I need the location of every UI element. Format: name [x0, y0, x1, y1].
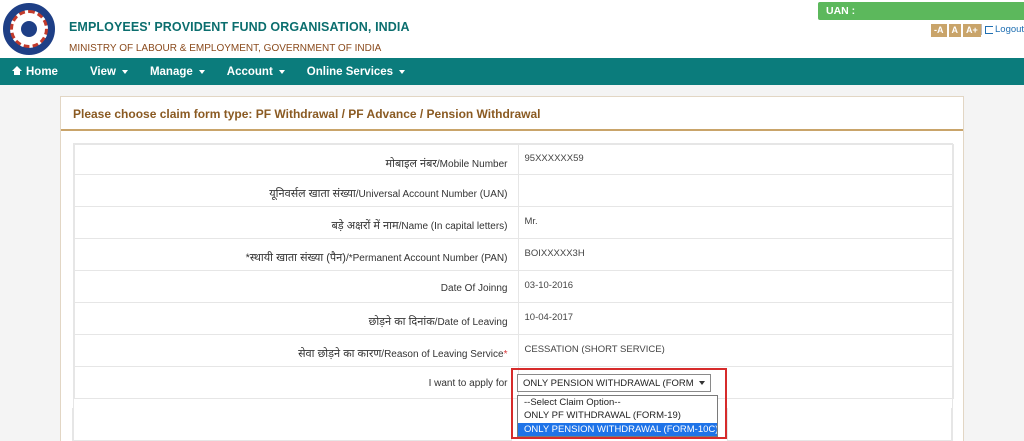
highlight-box — [511, 368, 727, 439]
table-row: Date Of Joinng 03-10-2016 — [74, 270, 954, 303]
mobile-value: 95XXXXXX59 — [517, 144, 954, 175]
logo-core — [21, 21, 37, 37]
home-icon — [12, 66, 22, 75]
nav-view-label: View — [89, 65, 116, 78]
chevron-down-icon — [198, 69, 205, 74]
logout-label: Logout — [995, 24, 1024, 35]
font-size-controls: -A A A+ — [931, 24, 981, 37]
doj-value: 03-10-2016 — [517, 270, 954, 303]
dol-label: छोड़ने का दिनांक/Date of Leaving — [74, 302, 519, 335]
uan-field-label: यूनिवर्सल खाता संख्या/Universal Account … — [74, 174, 519, 207]
dol-value: 10-04-2017 — [517, 302, 954, 335]
nav-view[interactable]: View — [79, 58, 139, 85]
chevron-down-icon — [399, 69, 406, 74]
nav-manage[interactable]: Manage — [139, 58, 216, 85]
logout-icon — [985, 25, 993, 34]
doj-label: Date Of Joinng — [74, 270, 519, 303]
epfo-logo-icon[interactable] — [3, 3, 55, 55]
table-row: बड़े अक्षरों में नाम/Name (In capital le… — [74, 206, 954, 239]
next-row-left — [72, 408, 512, 441]
nav-online-services-label: Online Services — [306, 65, 394, 78]
leaving-reason-label: सेवा छोड़ने का कारण/Reason of Leaving Se… — [74, 334, 519, 367]
name-label: बड़े अक्षरों में नाम/Name (In capital le… — [74, 206, 519, 239]
table-row: सेवा छोड़ने का कारण/Reason of Leaving Se… — [74, 334, 954, 367]
apply-for-label: I want to apply for — [74, 366, 519, 399]
org-subtitle: MINISTRY OF LABOUR & EMPLOYMENT, GOVERNM… — [69, 43, 382, 54]
leaving-reason-value: CESSATION (SHORT SERVICE) — [517, 334, 954, 367]
uan-value — [517, 174, 954, 207]
name-value: Mr. — [517, 206, 954, 239]
nav-online-services[interactable]: Online Services — [296, 58, 416, 85]
chevron-down-icon — [278, 69, 285, 74]
nav-account[interactable]: Account — [216, 58, 296, 85]
nav-account-label: Account — [226, 65, 273, 78]
mobile-label: मोबाइल नंबर/Mobile Number — [74, 144, 519, 175]
table-row: *स्थायी खाता संख्या (पैन)/*Permanent Acc… — [74, 238, 954, 271]
font-decrease-button[interactable]: -A — [931, 24, 947, 37]
pan-value: BOIXXXXX3H — [517, 238, 954, 271]
next-row-right — [727, 408, 952, 441]
nav-manage-label: Manage — [149, 65, 193, 78]
table-row: यूनिवर्सल खाता संख्या/Universal Account … — [74, 174, 954, 207]
chevron-down-icon — [121, 69, 128, 74]
font-normal-button[interactable]: A — [948, 24, 961, 37]
main-nav: Home View Manage Account Online Services — [0, 58, 1024, 85]
site-header: EMPLOYEES' PROVIDENT FUND ORGANISATION, … — [0, 0, 1024, 58]
org-title: EMPLOYEES' PROVIDENT FUND ORGANISATION, … — [69, 20, 410, 34]
logout-link[interactable]: Logout — [981, 24, 1024, 35]
font-increase-button[interactable]: A+ — [963, 24, 981, 37]
pan-label: *स्थायी खाता संख्या (पैन)/*Permanent Acc… — [74, 238, 519, 271]
member-details-table: मोबाइल नंबर/Mobile Number 95XXXXXX59 यून… — [74, 144, 954, 399]
table-row: मोबाइल नंबर/Mobile Number 95XXXXXX59 — [74, 144, 954, 175]
uan-label: UAN : — [818, 2, 1024, 20]
nav-home[interactable]: Home — [0, 58, 69, 85]
page: EMPLOYEES' PROVIDENT FUND ORGANISATION, … — [0, 0, 1024, 441]
nav-home-label: Home — [26, 65, 58, 78]
table-row: छोड़ने का दिनांक/Date of Leaving 10-04-2… — [74, 302, 954, 335]
panel-title: Please choose claim form type: PF Withdr… — [61, 97, 963, 131]
